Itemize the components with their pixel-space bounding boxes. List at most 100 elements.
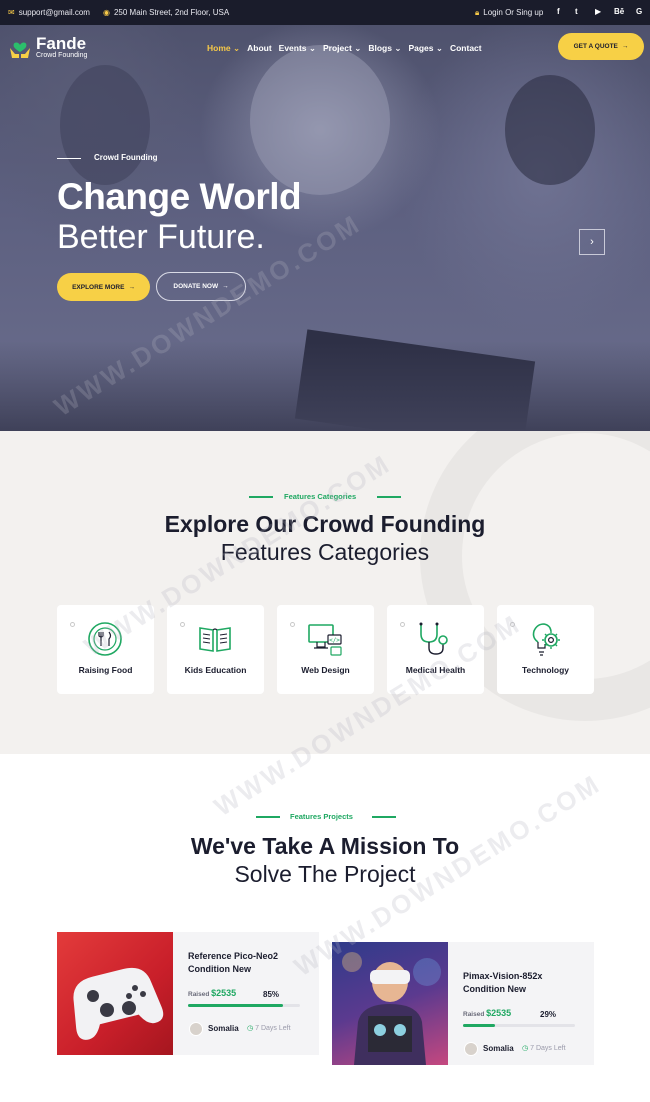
login-text: Login Or Sing up xyxy=(483,8,544,17)
project-progress-fill xyxy=(463,1024,496,1027)
project-days-left: ◷ 7 Days Left xyxy=(247,1024,291,1033)
explore-more-button[interactable]: EXPLORE MORE → xyxy=(57,273,150,301)
categories-section: Features Categories Explore Our Crowd Fo… xyxy=(0,431,650,754)
project-progress-fill xyxy=(188,1004,284,1007)
project-author[interactable]: Somalia xyxy=(483,1044,514,1053)
web-design-icon: </> xyxy=(308,624,342,656)
get-quote-label: GET A QUOTE xyxy=(573,43,618,50)
project-card[interactable]: Pimax-Vision-852x Condition New Raised $… xyxy=(332,942,594,1065)
avatar xyxy=(189,1022,203,1036)
hero-photo-person-left xyxy=(60,65,150,185)
eyebrow-line-left xyxy=(256,816,280,818)
nav-item-pages[interactable]: Pages ⌄ xyxy=(408,43,443,54)
mail-icon: ✉ xyxy=(8,7,15,17)
nav-item-project[interactable]: Project ⌄ xyxy=(323,43,361,54)
hero-eyebrow-line xyxy=(57,158,81,159)
card-dot xyxy=(70,622,75,627)
get-quote-button[interactable]: GET A QUOTE → xyxy=(558,33,644,60)
raised-label: Raised xyxy=(188,991,210,998)
projects-subtitle: Solve The Project xyxy=(234,861,416,887)
arrow-right-icon: → xyxy=(621,43,629,50)
card-dot xyxy=(400,622,405,627)
youtube-icon[interactable]: ▶ xyxy=(595,7,601,16)
donate-now-label: DONATE NOW xyxy=(173,283,219,290)
nav-item-home[interactable]: Home ⌄ xyxy=(207,43,240,54)
technology-icon xyxy=(532,623,560,656)
project-raised: Raised $2535 xyxy=(463,1008,511,1018)
main-nav: Fande Crowd Founding Home ⌄ About Events… xyxy=(0,25,650,70)
days-left-text: 7 Days Left xyxy=(530,1044,566,1052)
clock-icon: ◷ xyxy=(247,1025,254,1032)
google-icon[interactable]: G xyxy=(636,7,642,16)
address-text: 250 Main Street, 2nd Floor, USA xyxy=(113,8,230,17)
heart-hands-icon xyxy=(10,42,30,58)
slider-next-button[interactable]: › xyxy=(579,229,605,255)
hero-title: Change World xyxy=(57,176,302,217)
project-raised: Raised $2535 xyxy=(188,988,236,998)
hero-subtitle: Better Future. xyxy=(57,218,265,256)
email-text: support@gmail.com xyxy=(18,8,90,17)
arrow-right-icon: → xyxy=(128,283,135,291)
hero-eyebrow: Crowd Founding xyxy=(94,153,158,162)
behance-icon[interactable]: Bē xyxy=(614,7,624,16)
top-bar: ✉ support@gmail.com ◉ 250 Main Street, 2… xyxy=(0,0,650,25)
clock-icon: ◷ xyxy=(522,1045,529,1052)
book-icon xyxy=(199,627,231,652)
logo-tagline: Crowd Founding xyxy=(36,52,88,59)
categories-subtitle: Features Categories xyxy=(220,539,430,565)
nav-item-about[interactable]: About xyxy=(247,43,272,54)
project-image xyxy=(57,932,173,1055)
project-title-line: Condition New xyxy=(463,984,526,994)
twitter-icon[interactable]: t xyxy=(575,7,578,16)
project-title-line: Pimax-Vision-852x xyxy=(463,971,543,981)
logo-name: Fande xyxy=(36,34,87,53)
project-progress-bar xyxy=(463,1024,575,1027)
svg-text:</>: </> xyxy=(329,637,340,644)
avatar xyxy=(464,1042,478,1056)
card-dot xyxy=(180,622,185,627)
category-label: Web Design xyxy=(301,665,350,675)
nav-menu: Home ⌄ About Events ⌄ Project ⌄ Blogs ⌄ … xyxy=(207,43,489,54)
card-dot xyxy=(290,622,295,627)
projects-eyebrow: Features Projects xyxy=(290,812,353,821)
project-days-left: ◷ 7 Days Left xyxy=(522,1044,566,1053)
category-card-web-design[interactable]: </> Web Design xyxy=(277,605,374,694)
project-title: Reference Pico-Neo2 Condition New xyxy=(188,950,278,976)
location-pin-icon: ◉ xyxy=(103,7,110,17)
project-title-line: Condition New xyxy=(188,964,251,974)
explore-more-label: EXPLORE MORE xyxy=(72,283,125,291)
projects-title: We've Take A Mission To xyxy=(190,833,460,859)
nav-item-events[interactable]: Events ⌄ xyxy=(279,43,316,54)
chevron-right-icon: › xyxy=(590,236,594,248)
project-percent: 29% xyxy=(540,1010,557,1019)
email-link[interactable]: ✉ support@gmail.com xyxy=(8,8,90,17)
logo[interactable]: Fande Crowd Founding xyxy=(8,35,87,60)
gamepad-icon xyxy=(73,967,164,1040)
facebook-icon[interactable]: f xyxy=(557,7,560,16)
category-label: Raising Food xyxy=(78,665,133,675)
address: ◉ 250 Main Street, 2nd Floor, USA xyxy=(103,8,229,17)
lock-icon: 🔒︎ xyxy=(475,7,480,17)
raised-amount: $2535 xyxy=(486,1008,512,1018)
category-card-kids-education[interactable]: Kids Education xyxy=(167,605,264,694)
project-author[interactable]: Somalia xyxy=(208,1024,239,1033)
project-title-line: Reference Pico-Neo2 xyxy=(188,951,279,961)
login-link[interactable]: 🔒︎ Login Or Sing up xyxy=(475,8,543,17)
raised-amount: $2535 xyxy=(211,988,237,998)
eyebrow-line-right xyxy=(377,496,401,498)
eyebrow-line-right xyxy=(372,816,396,818)
raised-label: Raised xyxy=(463,1011,485,1018)
days-left-text: 7 Days Left xyxy=(255,1024,291,1032)
project-card[interactable]: Reference Pico-Neo2 Condition New Raised… xyxy=(57,932,319,1055)
project-progress-bar xyxy=(188,1004,300,1007)
eyebrow-line-left xyxy=(249,496,273,498)
vr-headset-person-icon xyxy=(342,952,441,1065)
project-percent: 85% xyxy=(263,990,280,999)
nav-item-contact[interactable]: Contact xyxy=(450,43,482,54)
project-image xyxy=(332,942,448,1065)
hero-photo-person-right xyxy=(505,75,595,185)
category-label: Kids Education xyxy=(184,665,247,675)
category-label: Technology xyxy=(521,665,570,675)
project-title: Pimax-Vision-852x Condition New xyxy=(463,970,542,996)
nav-item-blogs[interactable]: Blogs ⌄ xyxy=(368,43,401,54)
